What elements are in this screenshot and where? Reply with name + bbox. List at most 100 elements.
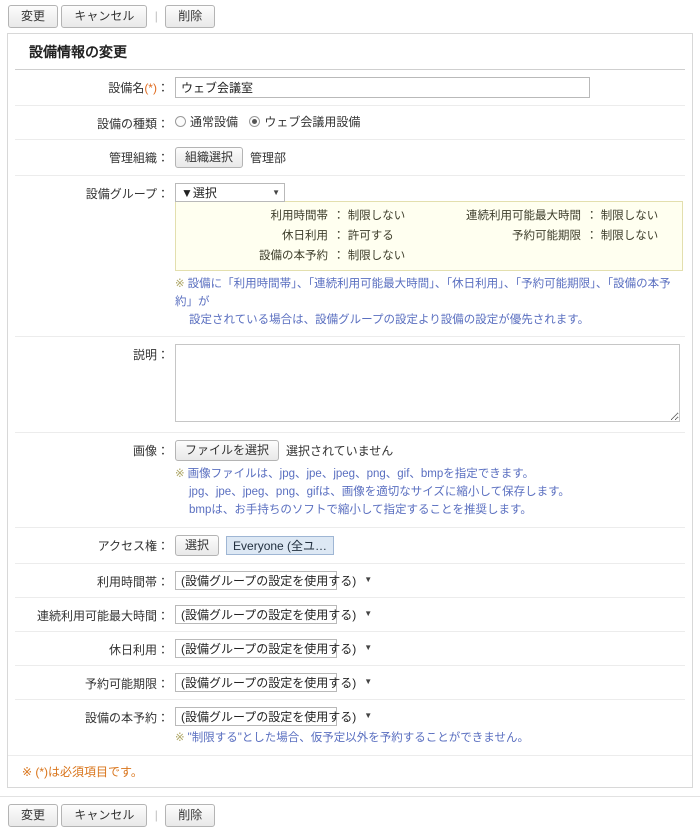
holiday-use-colon: ： (156, 642, 169, 657)
chevron-down-icon: ▼ (364, 677, 373, 687)
required-mark: (*) (144, 81, 157, 95)
chevron-down-icon: ▼ (364, 575, 373, 585)
submit-button-top[interactable]: 変更 (8, 5, 59, 28)
confirmed-booking-note-text: "制限する"とした場合、仮予定以外を予約することができません。 (187, 731, 529, 744)
access-rights-chip[interactable]: Everyone (全ユ… (226, 535, 335, 555)
booking-deadline-select[interactable]: (設備グループの設定を使用する) ▼ (175, 672, 372, 692)
file-status-text: 選択されていません (286, 444, 394, 459)
管理組織-colon: ： (156, 151, 169, 165)
confirmed-booking-label-text: 設備の本予約 (84, 710, 157, 725)
file-picker-line: ファイルを選択 選択されていません (175, 440, 685, 462)
form-body: 設備名(*)： 設備の種類： 通常設備 ウェブ会議用設備 (8, 70, 692, 755)
管理組織-label: 管理組織： (15, 147, 175, 166)
管理組織-label-text: 管理組織 (108, 151, 157, 165)
page-title: 設備情報の変更 (15, 34, 685, 70)
usage-time-colon: ： (156, 574, 169, 589)
info-key-deadline: 予約可能期限 (512, 230, 581, 242)
facility-name-input[interactable] (175, 77, 590, 98)
image-note-mark-icon: ※ (175, 468, 185, 481)
required-footnote: ※ (*)は必須項目です。 (8, 754, 692, 787)
usage-time-field-wrap: (設備グループの設定を使用する) ▼ (175, 570, 685, 590)
row-facility-name: 設備名(*)： (15, 70, 685, 106)
radio-option-web[interactable]: ウェブ会議用設備 (249, 113, 360, 130)
info-key-holiday: 休日利用 (282, 230, 328, 242)
info-value-usage-time: ： 制限しない (333, 207, 429, 223)
booking-deadline-label: 予約可能期限： (15, 673, 175, 692)
image-note-line3: bmpは、お手持ちのソフトで縮小して指定することを推奨します。 (189, 504, 532, 517)
delete-button-top[interactable]: 削除 (165, 5, 216, 28)
image-note: ※ 画像ファイルは、jpg、jpe、jpeg、png、gif、bmpを指定できます… (175, 466, 685, 519)
info-value-confirmed: ： 制限しない (333, 247, 429, 263)
chevron-down-icon: ▼ (272, 187, 280, 197)
row-confirmed-booking: 設備の本予約： (設備グループの設定を使用する) ▼ ※ "制限する"とした場合、… (15, 700, 685, 755)
select-access-button[interactable]: 選択 (175, 534, 220, 556)
info-colon-deadline: ： (586, 230, 598, 242)
info-item-usage-time: 利用時間帯 ： 制限しない (176, 207, 429, 223)
image-field-wrap: ファイルを選択 選択されていません ※ 画像ファイルは、jpg、jpe、jpeg、… (175, 440, 685, 519)
info-value-max-hours: ： 制限しない (586, 207, 682, 223)
cancel-button-bottom[interactable]: キャンセル (61, 803, 148, 827)
access-rights-label-text: アクセス権 (97, 538, 157, 553)
access-rights-label: アクセス権： (15, 535, 175, 554)
info-text-holiday: 許可する (347, 230, 394, 242)
facility-name-label-text: 設備名 (108, 81, 145, 95)
confirmed-booking-colon: ： (156, 710, 169, 725)
select-organization-button[interactable]: 組織選択 (175, 147, 244, 168)
usage-time-select[interactable]: (設備グループの設定を使用する) ▼ (175, 570, 372, 590)
row-max-hours: 連続利用可能最大時間： (設備グループの設定を使用する) ▼ (15, 598, 685, 632)
holiday-use-label-text: 休日利用 (108, 642, 157, 657)
info-item-max-hours: 連続利用可能最大時間 ： 制限しない (429, 207, 682, 223)
chevron-down-icon: ▼ (364, 711, 373, 721)
facility-group-select[interactable]: ▼選択 ▼ (175, 183, 285, 202)
cancel-button-top[interactable]: キャンセル (61, 5, 148, 28)
facility-group-note-line1: 設備に「利用時間帯」、「連続利用可能最大時間」、「休日利用」、「予約可能期限」、… (175, 278, 671, 308)
facility-edit-panel: 設備情報の変更 設備名(*)： 設備の種類： 通常設備 (7, 33, 693, 788)
submit-button-bottom[interactable]: 変更 (8, 803, 59, 827)
holiday-use-select[interactable]: (設備グループの設定を使用する) ▼ (175, 638, 372, 658)
管理組織-value: 管理部 (250, 151, 287, 165)
info-key-confirmed: 設備の本予約 (259, 250, 328, 262)
description-textarea[interactable] (175, 344, 680, 423)
facility-group-info-box: 利用時間帯 ： 制限しない 連続利用可能最大時間 ： 制限しない 休日利用 ： … (175, 201, 683, 271)
radio-label-normal: 通常設備 (190, 115, 239, 129)
usage-time-label: 利用時間帯： (15, 571, 175, 590)
image-label-text: 画像 (132, 444, 157, 459)
info-text-deadline: 制限しない (600, 230, 659, 242)
facility-group-note-line2: 設定されている場合は、設備グループの設定より設備の設定が優先されます。 (189, 313, 590, 326)
facility-name-colon: ： (156, 81, 169, 95)
booking-deadline-field-wrap: (設備グループの設定を使用する) ▼ (175, 672, 685, 692)
image-note-line2: jpg、jpe、jpeg、png、gifは、画像を適切なサイズに縮小して保存しま… (189, 486, 570, 499)
max-hours-select[interactable]: (設備グループの設定を使用する) ▼ (175, 604, 372, 624)
info-key-max-hours: 連続利用可能最大時間 (466, 210, 581, 222)
top-toolbar: 変更 キャンセル | 削除 (0, 0, 700, 33)
facility-group-note: ※ 設備に「利用時間帯」、「連続利用可能最大時間」、「休日利用」、「予約可能期限」… (175, 276, 685, 329)
choose-file-button[interactable]: ファイルを選択 (175, 440, 280, 462)
holiday-use-label: 休日利用： (15, 639, 175, 658)
facility-type-label: 設備の種類： (15, 113, 175, 132)
radio-icon-web[interactable] (249, 116, 261, 127)
row-description: 説明： (15, 337, 685, 434)
radio-icon-normal[interactable] (175, 116, 186, 127)
booking-deadline-colon: ： (156, 676, 169, 691)
delete-button-bottom[interactable]: 削除 (165, 803, 216, 827)
facility-type-colon: ： (156, 117, 169, 131)
info-value-deadline: ： 制限しない (586, 227, 682, 243)
info-colon-confirmed: ： (333, 250, 345, 262)
max-hours-label: 連続利用可能最大時間： (15, 605, 175, 624)
max-hours-label-text: 連続利用可能最大時間 (36, 608, 157, 623)
facility-group-colon: ： (156, 187, 169, 201)
facility-group-label-text: 設備グループ (85, 187, 157, 201)
max-hours-select-value: (設備グループの設定を使用する) (181, 607, 357, 622)
info-text-usage-time: 制限しない (347, 210, 406, 222)
toolbar-separator-bottom: | (154, 807, 158, 822)
booking-deadline-label-text: 予約可能期限 (84, 676, 157, 691)
info-colon-usage-time: ： (333, 210, 345, 222)
confirmed-booking-select[interactable]: (設備グループの設定を使用する) ▼ (175, 706, 372, 726)
row-facility-group: 設備グループ： ▼選択 ▼ 利用時間帯 ： 制限しない 連続利用可能最大時間 ：… (15, 176, 685, 338)
radio-option-normal[interactable]: 通常設備 (175, 113, 238, 130)
note-mark-icon: ※ (175, 278, 185, 290)
access-rights-field-wrap: 選択 Everyone (全ユ… (175, 534, 685, 556)
facility-group-select-value: ▼選択 (181, 186, 217, 200)
holiday-use-field-wrap: (設備グループの設定を使用する) ▼ (175, 638, 685, 658)
toolbar-separator-top: | (154, 9, 158, 23)
